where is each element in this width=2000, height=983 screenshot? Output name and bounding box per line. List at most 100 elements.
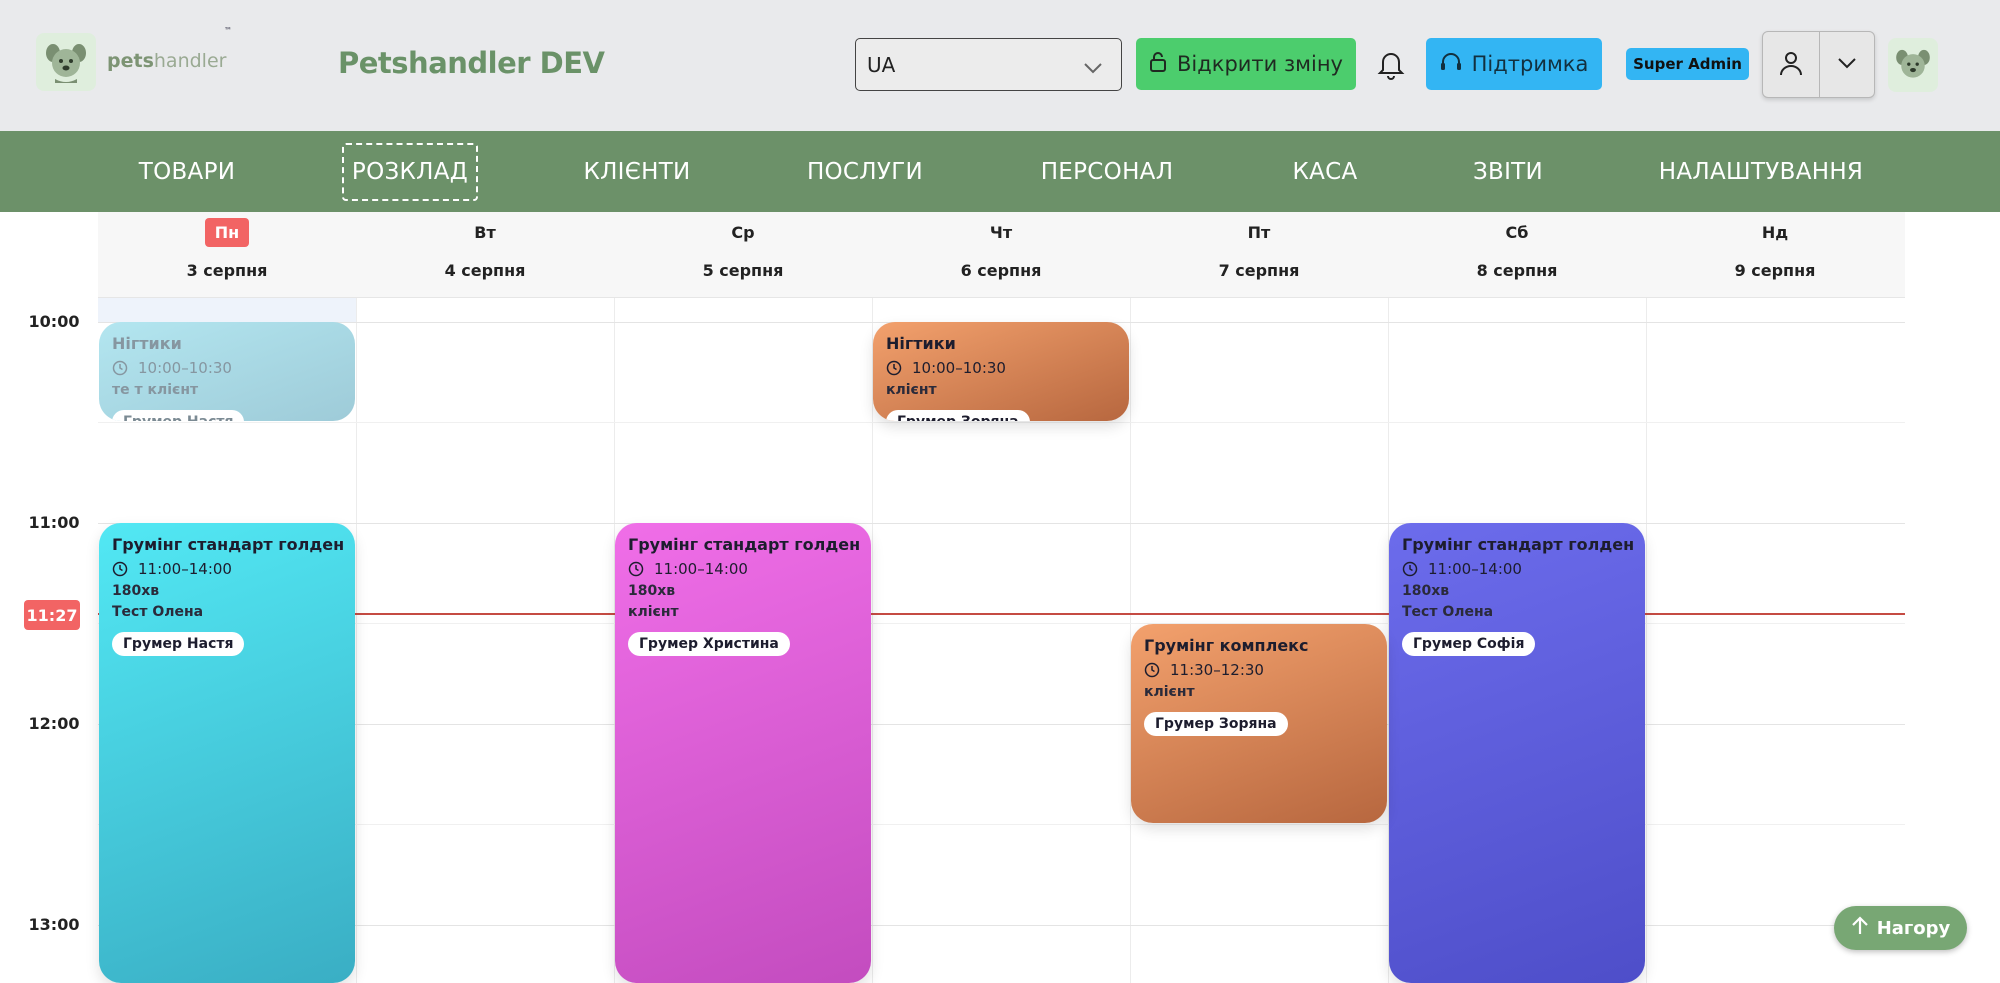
day-name-text: Сб [1505, 223, 1529, 242]
dog-avatar-icon[interactable] [1888, 38, 1938, 92]
nav-item-label: КЛІЄНТИ [583, 158, 691, 185]
groomer-tag[interactable]: Грумер Настя [112, 632, 245, 656]
grid-column-divider [1646, 298, 1647, 983]
appointment-card[interactable]: Грумінг стандарт голден 11:00–14:00 180хв к… [615, 523, 871, 983]
open-shift-label: Відкрити зміну [1177, 52, 1343, 76]
day-name: Ср [614, 223, 872, 242]
appointment-title: Грумінг стандарт голден [1402, 535, 1635, 554]
nav-item-label: ПЕРСОНАЛ [1040, 158, 1174, 185]
open-shift-button[interactable]: Відкрити зміну [1136, 38, 1356, 90]
nav-item-7[interactable]: ЗВІТИ [1378, 131, 1638, 212]
nav-item-label: НАЛАШТУВАННЯ [1658, 158, 1864, 185]
support-label: Підтримка [1471, 52, 1589, 76]
day-name-text: Ср [731, 223, 755, 242]
day-date: 4 серпня [444, 261, 526, 280]
groomer-tag[interactable]: Грумер Христина [628, 632, 790, 656]
appointment-time: 10:00–10:30 [112, 359, 342, 377]
bell-icon[interactable] [1376, 48, 1406, 84]
appointment-time: 11:00–14:00 [628, 560, 858, 578]
appointment-detail: клієнт [886, 382, 937, 398]
day-header[interactable]: Ср 5 серпня [614, 212, 872, 298]
day-name: Вт [356, 223, 614, 242]
groomer-tag[interactable]: Грумер Зоряна [886, 410, 1030, 421]
day-name: Пн [98, 218, 356, 247]
day-date: 9 серпня [1734, 261, 1816, 280]
day-header[interactable]: Нд 9 серпня [1646, 212, 1904, 298]
user-profile-button[interactable] [1763, 32, 1819, 97]
day-name: Сб [1388, 223, 1646, 242]
day-name: Пт [1130, 223, 1388, 242]
user-menu-toggle[interactable] [1818, 32, 1875, 97]
day-header[interactable]: Пн 3 серпня [98, 212, 356, 298]
day-header[interactable]: Чт 6 серпня [872, 212, 1130, 298]
appointment-card[interactable]: Грумінг комплекс 11:30–12:30 клієнт Грумер … [1131, 623, 1387, 823]
nav-item-1[interactable]: ТОВАРИ [57, 131, 317, 212]
app-header: petshandler ™ Petshandler DEV UA Відкрит… [0, 0, 2000, 131]
chevron-down-icon [1837, 55, 1857, 74]
appointment-title: Грумінг стандарт голден [112, 535, 345, 554]
language-select[interactable]: UA [855, 38, 1122, 91]
day-name-text: Пн [204, 218, 250, 247]
appointment-card[interactable]: Грумінг стандарт голден 11:00–14:00 180хв Т… [1389, 523, 1645, 983]
grid-column-divider [356, 298, 357, 983]
nav-item-2[interactable]: РОЗКЛАД [280, 131, 540, 212]
appointment-time-text: 11:30–12:30 [1170, 660, 1264, 679]
groomer-tag[interactable]: Грумер Зоряна [1144, 711, 1288, 736]
day-date: 5 серпня [702, 261, 784, 280]
app-title: Petshandler DEV [338, 46, 605, 80]
day-name-text: Пт [1247, 223, 1271, 242]
clock-icon [1144, 662, 1160, 678]
nav-item-4[interactable]: ПОСЛУГИ [735, 131, 995, 212]
hour-label: 12:00 [22, 708, 86, 738]
groomer-tag[interactable]: Грумер Софія [1402, 632, 1536, 656]
clock-icon [112, 561, 128, 577]
dog-logo-icon[interactable] [36, 33, 96, 91]
support-button[interactable]: Підтримка [1426, 38, 1602, 90]
appointment-detail: клієнт [1144, 683, 1195, 700]
day-header[interactable]: Сб 8 серпня [1388, 212, 1646, 298]
appointment-card[interactable]: Нігтики 10:00–10:30 те т клієнт Грумер Наст… [99, 322, 355, 421]
nav-item-3[interactable]: КЛІЄНТИ [507, 131, 767, 212]
today-column-highlight [98, 298, 356, 322]
language-value: UA [867, 52, 896, 77]
headset-icon [1440, 52, 1462, 77]
appointment-time-text: 10:00–10:30 [138, 359, 232, 377]
day-date: 8 серпня [1476, 261, 1558, 280]
appointment-card[interactable]: Нігтики 10:00–10:30 клієнт Грумер Зоряна [873, 322, 1129, 421]
appointment-detail: 180хв [1402, 583, 1450, 599]
arrow-up-icon [1851, 915, 1869, 941]
appointment-time-text: 11:00–14:00 [654, 560, 748, 578]
calendar-header: Пн 3 серпня Вт 4 серпня Ср 5 серпня Чт 6 серпня… [98, 212, 1905, 298]
appointment-detail: 180хв [628, 583, 676, 599]
appointment-time-text: 10:00–10:30 [912, 359, 1006, 377]
clock-icon [886, 360, 902, 376]
nav-item-8[interactable]: НАЛАШТУВАННЯ [1631, 131, 1891, 212]
appointment-card[interactable]: Грумінг стандарт голден 11:00–14:00 180хв Т… [99, 523, 355, 983]
scroll-top-button[interactable]: Нагору [1834, 906, 1967, 950]
day-name-text: Чт [989, 223, 1013, 242]
groomer-tag[interactable]: Грумер Настя [112, 410, 245, 421]
nav-item-label: КАСА [1292, 158, 1358, 185]
day-date: 3 серпня [186, 261, 268, 280]
appointment-detail: Тест Олена [1402, 604, 1494, 620]
current-time-label: 11:27 [24, 600, 80, 630]
hour-label: 13:00 [22, 909, 86, 939]
main-nav: ТОВАРИ РОЗКЛАД КЛІЄНТИ ПОСЛУГИ ПЕРСОНАЛ КАСА З… [0, 131, 2000, 212]
day-header[interactable]: Пт 7 серпня [1130, 212, 1388, 298]
nav-item-label: ТОВАРИ [138, 158, 236, 185]
lock-icon [1149, 51, 1167, 78]
user-menu [1762, 31, 1875, 98]
day-name: Чт [872, 223, 1130, 242]
appointment-title: Нігтики [112, 334, 182, 353]
day-name: Нд [1646, 223, 1904, 242]
hour-label: 10:00 [22, 306, 86, 336]
day-header[interactable]: Вт 4 серпня [356, 212, 614, 298]
nav-item-label: ПОСЛУГИ [806, 158, 924, 185]
appointment-time: 11:00–14:00 [1402, 560, 1632, 578]
chevron-down-icon [1083, 56, 1103, 80]
user-icon [1778, 50, 1804, 80]
appointment-title: Грумінг стандарт голден [628, 535, 861, 554]
day-date: 7 серпня [1218, 261, 1300, 280]
brand-wordmark: petshandler [107, 50, 227, 72]
day-date: 6 серпня [960, 261, 1042, 280]
